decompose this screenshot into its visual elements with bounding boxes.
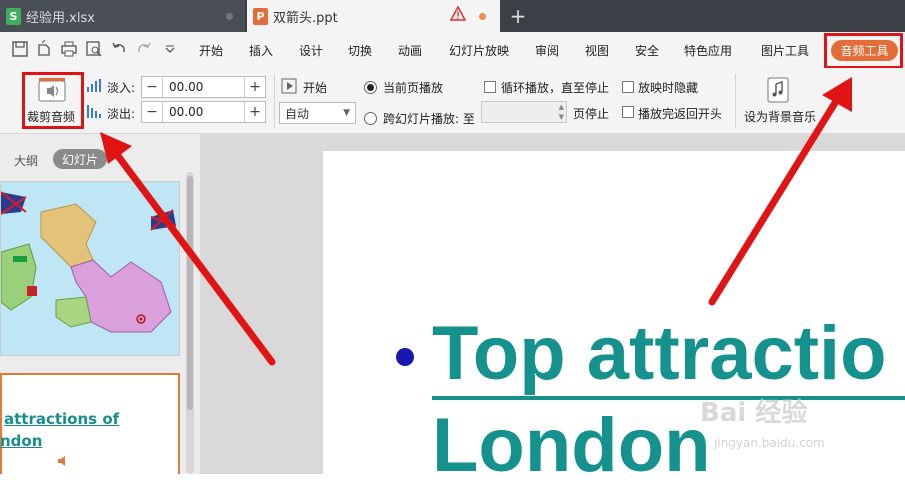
down-arrow-icon[interactable]: ▼ — [559, 112, 564, 122]
menu-slideshow[interactable]: 幻灯片放映 — [449, 42, 509, 59]
print-preview-icon[interactable] — [86, 40, 102, 58]
loop-play-label: 循环播放，直至停止 — [501, 81, 610, 95]
set-background-music-button[interactable]: 设为背景音乐 — [744, 108, 816, 125]
undo-icon[interactable] — [111, 40, 127, 58]
play-across-slides-label: 跨幻灯片播放: 至 — [383, 112, 475, 126]
fade-out-value[interactable]: 00.00 — [162, 102, 245, 122]
fade-out-icon — [87, 105, 101, 118]
rewind-after-play-checkbox[interactable] — [622, 106, 634, 118]
presentation-icon: P — [253, 7, 268, 25]
menu-review[interactable]: 审阅 — [535, 42, 559, 59]
slide-title-line1: Top attractio — [432, 311, 887, 396]
divider — [274, 74, 275, 128]
highlight-box-trim-audio — [22, 72, 84, 129]
start-icon — [281, 78, 297, 94]
start-mode-value: 自动 — [285, 106, 310, 121]
fade-out-stepper[interactable]: − 00.00 + — [141, 101, 266, 123]
thumbnail-title-line2: ndon — [0, 432, 43, 450]
decrement-button[interactable]: − — [142, 77, 162, 97]
tab-xlsx[interactable]: S 经验用.xlsx — [0, 0, 245, 32]
menu-insert[interactable]: 插入 — [249, 42, 273, 59]
warning-icon — [450, 6, 466, 21]
tab-outline[interactable]: 大纲 — [14, 152, 38, 169]
watermark: Bai 经验 — [700, 398, 808, 428]
unsaved-dot — [479, 13, 486, 20]
redo-icon[interactable] — [136, 40, 152, 58]
menu-picture-tools[interactable]: 图片工具 — [761, 42, 809, 59]
menu-features[interactable]: 特色应用 — [684, 42, 732, 59]
chevron-down-icon: ▼ — [343, 108, 350, 118]
play-current-slide-label: 当前页播放 — [383, 81, 444, 95]
fade-out-label: 淡出: — [107, 107, 136, 121]
stop-page-stepper[interactable]: ▲ ▼ — [481, 101, 567, 123]
scrollbar-thumb[interactable] — [187, 176, 193, 410]
hide-during-show-checkbox[interactable] — [622, 81, 634, 93]
start-label: 开始 — [303, 81, 328, 95]
decrement-button[interactable]: − — [142, 102, 162, 122]
loop-play-checkbox[interactable] — [484, 81, 496, 93]
new-tab-button[interactable]: + — [508, 2, 528, 30]
bullet-point — [396, 348, 414, 366]
customize-dropdown-icon[interactable] — [162, 40, 178, 58]
divider — [735, 74, 736, 128]
menu-transitions[interactable]: 切换 — [348, 42, 372, 59]
tab-title: 经验用.xlsx — [26, 10, 95, 26]
audio-ribbon: 裁剪音频 淡入: − 00.00 + 淡出: − 00.00 + 开始 自动 ▼… — [0, 68, 905, 134]
slide-title[interactable]: Top attractio London — [432, 308, 887, 492]
play-current-slide-radio[interactable] — [364, 81, 377, 94]
print-icon[interactable] — [61, 40, 77, 58]
uk-map-image — [1, 182, 179, 355]
play-across-slides-radio[interactable] — [364, 112, 377, 125]
title-underline — [432, 396, 905, 400]
tab-bar: S 经验用.xlsx P 双箭头.ppt + — [0, 0, 905, 32]
tab-title: 双箭头.ppt — [273, 10, 338, 26]
menu-view[interactable]: 视图 — [585, 42, 609, 59]
export-icon[interactable] — [36, 40, 52, 58]
highlight-box-audio-tools — [824, 33, 903, 69]
hide-during-show-label: 放映时隐藏 — [638, 81, 699, 95]
fade-in-value[interactable]: 00.00 — [162, 77, 245, 97]
rewind-after-play-label: 播放完返回开头 — [638, 107, 723, 121]
increment-button[interactable]: + — [245, 102, 265, 122]
menu-bar: 开始 插入 设计 切换 动画 幻灯片放映 审阅 视图 安全 特色应用 图片工具 — [0, 32, 905, 68]
menu-animations[interactable]: 动画 — [398, 42, 422, 59]
thumbnail-title-line1: attractions of — [4, 410, 120, 428]
spreadsheet-icon: S — [6, 7, 21, 25]
tab-status-dot — [226, 13, 233, 20]
speaker-icon[interactable] — [57, 455, 69, 467]
slide-thumbnail[interactable] — [0, 181, 180, 356]
background-music-icon[interactable] — [766, 77, 790, 103]
menu-security[interactable]: 安全 — [635, 42, 659, 59]
page-stop-label: 页停止 — [573, 107, 610, 121]
start-mode-select[interactable]: 自动 ▼ — [279, 102, 356, 124]
thumbnail-title: attractions of ndon — [0, 408, 119, 452]
fade-in-stepper[interactable]: − 00.00 + — [141, 76, 266, 98]
fade-in-label: 淡入: — [107, 81, 136, 95]
up-arrow-icon[interactable]: ▲ — [559, 102, 564, 112]
menu-design[interactable]: 设计 — [299, 42, 323, 59]
tab-slides[interactable]: 幻灯片 — [53, 149, 107, 169]
menu-home[interactable]: 开始 — [199, 42, 223, 59]
increment-button[interactable]: + — [245, 77, 265, 97]
fade-in-icon — [87, 79, 101, 92]
save-icon[interactable] — [12, 40, 28, 58]
tab-ppt[interactable]: P 双箭头.ppt — [247, 0, 500, 32]
watermark-url: jingyan.baidu.com — [714, 436, 825, 450]
